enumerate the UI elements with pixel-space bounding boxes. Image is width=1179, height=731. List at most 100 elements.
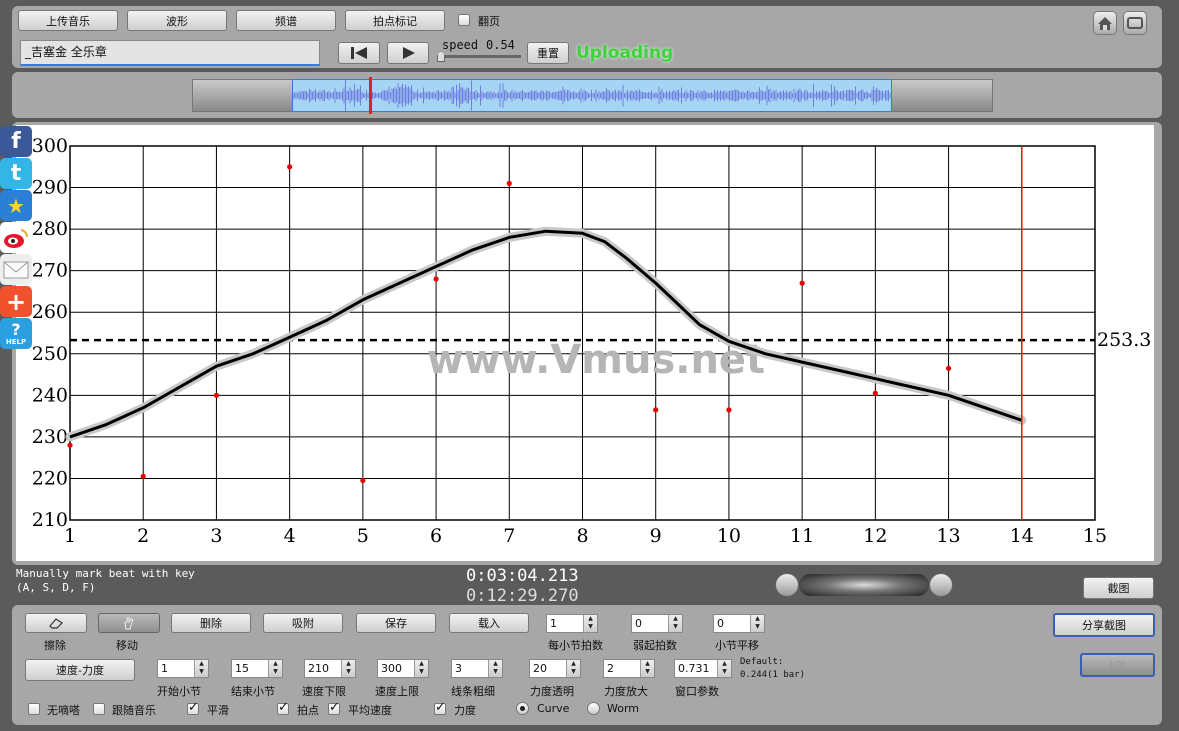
beats-per-bar-input[interactable]: 1 ▲ ▼ (546, 614, 598, 633)
window-param-input[interactable]: 0.731 ▲ ▼ (674, 659, 732, 678)
song-title-field[interactable]: _吉塞金 全乐章 (20, 40, 320, 66)
line-width-input[interactable]: 3 ▲ ▼ (451, 659, 503, 678)
upload-music-button[interactable]: 上传音乐 (18, 10, 118, 31)
beat-point (799, 280, 805, 286)
x-tick-label: 7 (503, 525, 515, 547)
tempo-min-input[interactable]: 210 ▲ ▼ (304, 659, 356, 678)
end-bar-input[interactable]: 15 ▲ ▼ (231, 659, 283, 678)
beat-point (213, 392, 220, 398)
page-turn-checkbox[interactable] (458, 14, 470, 26)
chart-canvas[interactable]: 1 2 3 4 5 6 7 8 9 10 11 12 13 14 15 300 290 280 270 260 250 2… (16, 125, 1154, 561)
tempo-min-stepper[interactable]: ▲ ▼ (341, 660, 355, 677)
beat-points-checkbox[interactable] (277, 700, 289, 715)
speed-slider-track[interactable] (441, 55, 521, 58)
window-param-label: 窗口参数 (675, 685, 719, 698)
move-button[interactable] (98, 613, 160, 633)
help-icon[interactable]: ? HELP (0, 318, 32, 349)
beat-point (653, 407, 659, 413)
no-click-label: 无嘀嗒 (47, 704, 80, 717)
reset-button[interactable]: 重置 (527, 42, 569, 64)
smooth-checkbox[interactable] (187, 700, 199, 715)
window-param-stepper[interactable]: ▲ ▼ (717, 660, 731, 677)
dynamics-alpha-stepper[interactable]: ▲ ▼ (566, 660, 580, 677)
dynamics-scale-stepper[interactable]: ▲ ▼ (640, 660, 654, 677)
dynamics-checkbox[interactable] (434, 700, 446, 715)
y-tick-label: 220 (32, 467, 68, 489)
waveform-view-window[interactable] (292, 78, 892, 113)
add-icon[interactable]: + (0, 286, 32, 317)
speed-label: speed (442, 38, 479, 52)
end-bar-stepper[interactable]: ▲ ▼ (268, 660, 282, 677)
page-turn-label: 翻页 (478, 15, 500, 28)
weibo-icon[interactable] (0, 222, 32, 253)
average-label: 253.3 (1097, 329, 1151, 351)
play-icon (403, 47, 415, 59)
x-tick-label: 6 (430, 525, 442, 547)
line-width-stepper[interactable]: ▲ ▼ (488, 660, 502, 677)
y-tick-label: 240 (32, 384, 68, 406)
tempo-dynamics-button[interactable]: 速度-力度 (25, 659, 135, 681)
beat-point (433, 276, 439, 282)
load-button[interactable]: 载入 (449, 613, 529, 633)
dynamics-scale-label: 力度放大 (604, 685, 648, 698)
no-click-checkbox[interactable] (28, 703, 40, 715)
dynamics-scale-input[interactable]: 2 ▲ ▼ (603, 659, 655, 678)
beat-mark-button[interactable]: 拍点标记 (345, 10, 445, 31)
playhead-marker[interactable] (369, 77, 372, 114)
delete-button[interactable]: 删除 (171, 613, 251, 633)
mail-icon[interactable] (0, 254, 32, 285)
curve-radio[interactable] (516, 702, 529, 715)
audio-waveform (292, 78, 891, 113)
bar-shift-label: 小节平移 (715, 639, 759, 652)
tempo-max-input[interactable]: 300 ▲ ▼ (377, 659, 429, 678)
watermark-text: www.Vmus.net (427, 337, 765, 383)
upload-status: Uploading (576, 43, 674, 63)
waveform-button[interactable]: 波形 (127, 10, 227, 31)
beats-per-bar-stepper[interactable]: ▲ ▼ (583, 615, 597, 632)
upbeat-input[interactable]: 0 ▲ ▼ (631, 614, 683, 633)
play-button[interactable] (387, 42, 429, 64)
fullscreen-icon[interactable] (1123, 11, 1147, 35)
dynamics-alpha-input[interactable]: 20 ▲ ▼ (529, 659, 581, 678)
key-hint-line1: Manually mark beat with key (16, 567, 195, 580)
upbeat-stepper[interactable]: ▲ ▼ (668, 615, 682, 632)
share-screenshot-button[interactable]: 分享截图 (1053, 613, 1155, 637)
follow-music-label: 跟随音乐 (112, 704, 156, 717)
volume-track[interactable] (799, 574, 929, 596)
tempo-chart[interactable]: 1 2 3 4 5 6 7 8 9 10 11 12 13 14 153002902802702602502… (16, 125, 1154, 561)
previous-button[interactable] (338, 42, 380, 64)
x-tick-label: 15 (1083, 525, 1107, 547)
facebook-icon[interactable]: f (0, 126, 32, 157)
x-tick-label: 12 (863, 525, 887, 547)
sound-high-icon (929, 573, 953, 597)
screenshot-button[interactable]: 截图 (1083, 577, 1154, 599)
tempo-max-label: 速度上限 (375, 685, 419, 698)
upbeat-label: 弱起拍数 (633, 639, 677, 652)
erase-button[interactable] (25, 613, 87, 633)
snap-button[interactable]: 吸附 (263, 613, 343, 633)
tempo-max-stepper[interactable]: ▲ ▼ (414, 660, 428, 677)
save-button[interactable]: 保存 (356, 613, 436, 633)
worm-radio[interactable] (587, 702, 600, 715)
star-icon[interactable]: ★ (0, 190, 32, 221)
home-icon[interactable] (1093, 11, 1117, 35)
volume-slider[interactable] (775, 572, 955, 598)
x-tick-label: 14 (1010, 525, 1034, 547)
ioi-button[interactable]: IOI (1080, 653, 1155, 677)
sound-low-icon (775, 573, 799, 597)
beat-point (726, 407, 732, 413)
beat-point (287, 164, 293, 170)
dynamics-label: 力度 (454, 704, 476, 717)
spectrum-button[interactable]: 频谱 (236, 10, 336, 31)
bar-shift-stepper[interactable]: ▲ ▼ (750, 615, 764, 632)
start-bar-input[interactable]: 1 ▲ ▼ (157, 659, 209, 678)
x-tick-label: 9 (650, 525, 662, 547)
current-time: 0:03:04.213 (466, 566, 579, 586)
bar-shift-input[interactable]: 0 ▲ ▼ (713, 614, 765, 633)
follow-music-checkbox[interactable] (93, 703, 105, 715)
start-bar-label: 开始小节 (157, 685, 201, 698)
twitter-icon[interactable]: t (0, 158, 32, 189)
start-bar-stepper[interactable]: ▲ ▼ (194, 660, 208, 677)
x-tick-label: 10 (717, 525, 741, 547)
average-speed-checkbox[interactable] (328, 700, 340, 715)
